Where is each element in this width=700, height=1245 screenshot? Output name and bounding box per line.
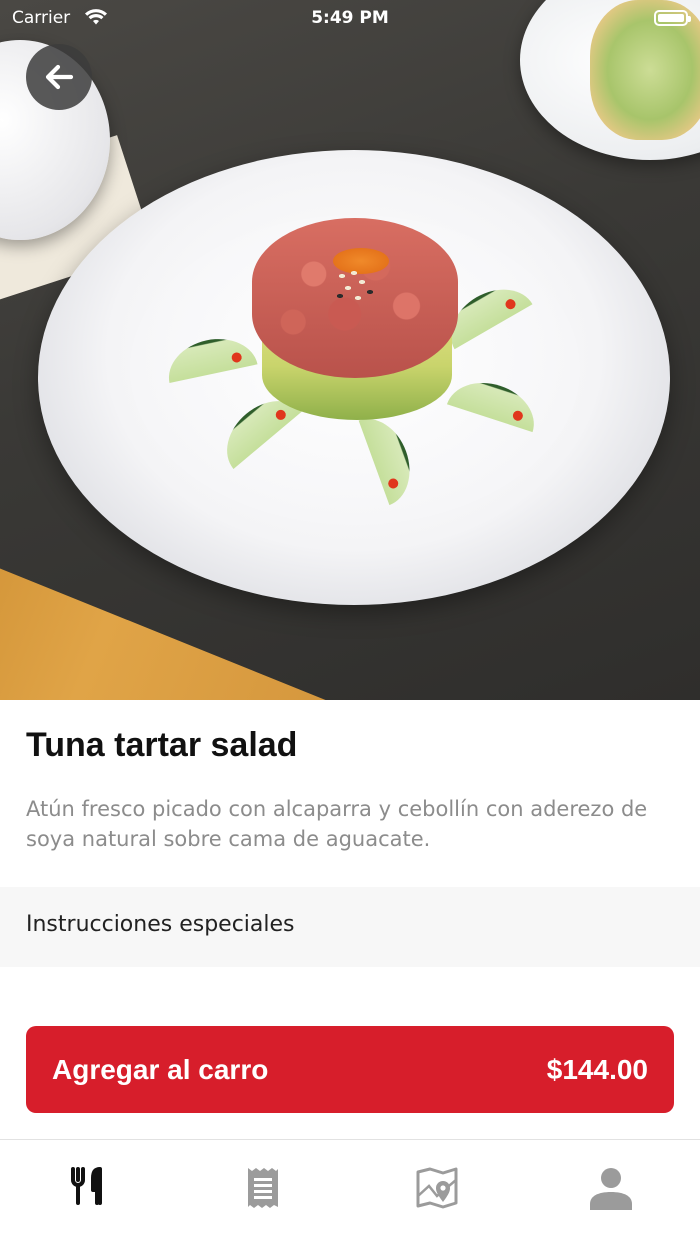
- back-button[interactable]: [26, 44, 92, 110]
- tab-bar: [0, 1139, 700, 1245]
- battery-icon: [654, 10, 691, 26]
- product-description: Atún fresco picado con alcaparra y cebol…: [26, 797, 648, 851]
- fork-knife-icon: [71, 1167, 102, 1205]
- add-to-cart-button[interactable]: Agregar al carro $144.00: [26, 1026, 674, 1113]
- tab-menu[interactable]: [58, 1166, 118, 1222]
- special-instructions-label: Instrucciones especiales: [26, 912, 295, 937]
- tab-locations[interactable]: [407, 1166, 467, 1222]
- status-bar: Carrier 5:49 PM: [0, 0, 700, 40]
- product-title: Tuna tartar salad: [26, 726, 298, 764]
- photo-sesame-garnish: [332, 268, 382, 308]
- clock: 5:49 PM: [311, 8, 389, 28]
- map-pin-icon: [416, 1167, 458, 1209]
- arrow-left-icon: [45, 64, 74, 90]
- special-instructions-input[interactable]: [26, 982, 678, 1010]
- receipt-icon: [248, 1168, 278, 1208]
- add-to-cart-label: Agregar al carro: [52, 1053, 269, 1085]
- tab-orders[interactable]: [233, 1166, 293, 1222]
- product-photo: [0, 0, 700, 700]
- tab-profile[interactable]: [581, 1166, 641, 1222]
- user-icon: [590, 1168, 632, 1210]
- add-to-cart-price: $144.00: [546, 1053, 648, 1085]
